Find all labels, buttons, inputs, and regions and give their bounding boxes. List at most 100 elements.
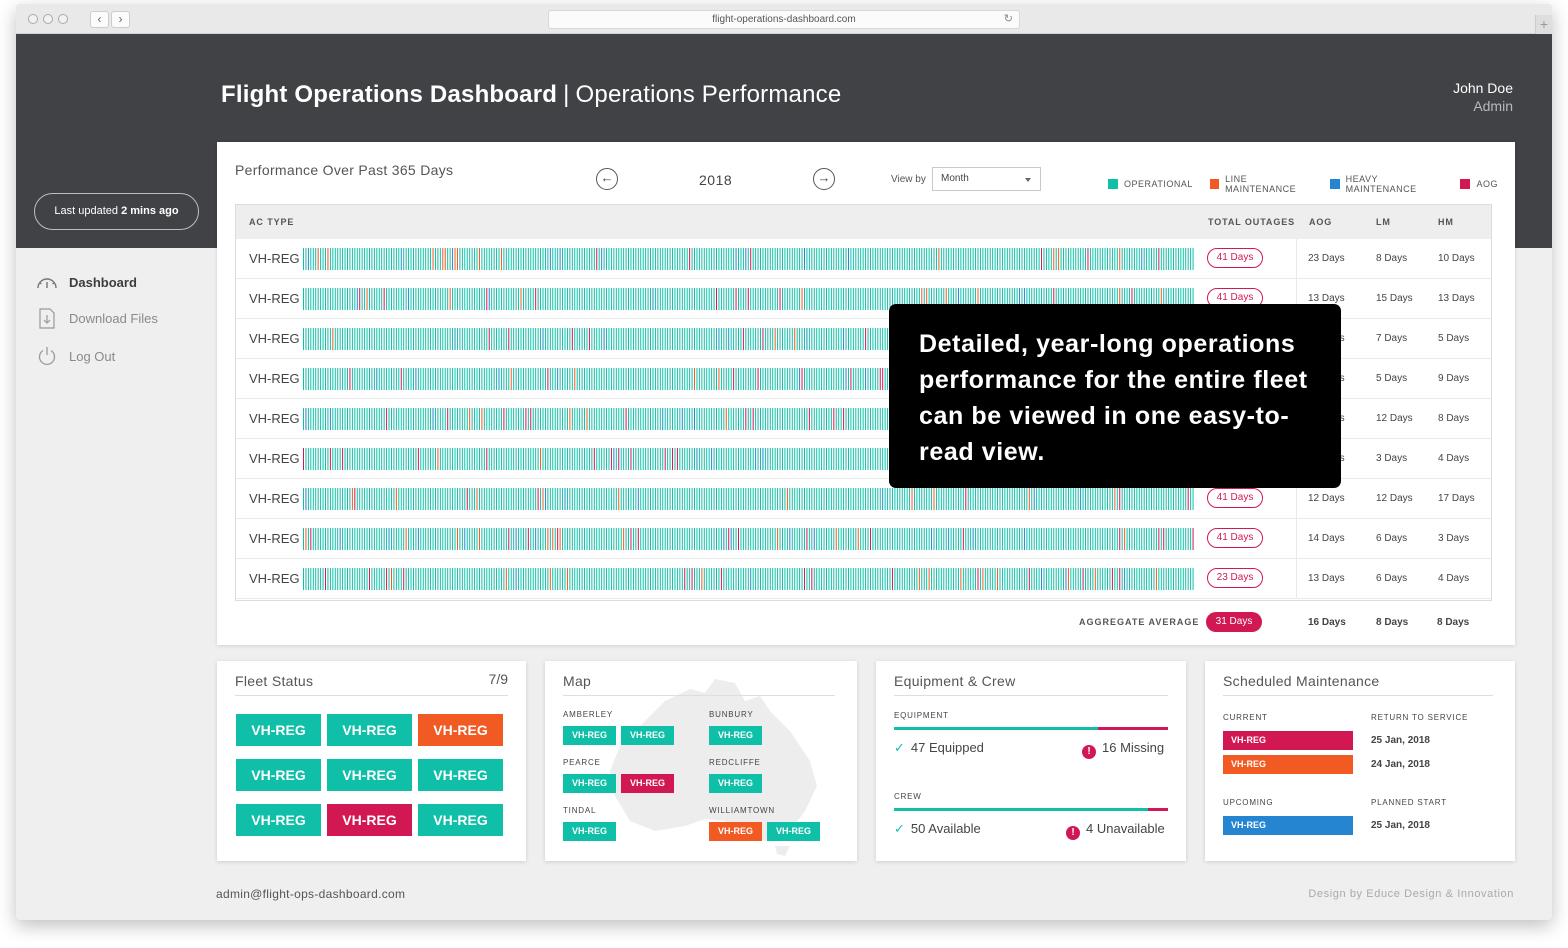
timeline-day-mark bbox=[703, 328, 705, 350]
forward-button[interactable]: › bbox=[111, 11, 130, 28]
yearly-status-timeline[interactable] bbox=[303, 248, 1195, 270]
map-aircraft-tag[interactable]: VH-REG bbox=[621, 774, 674, 793]
timeline-day-mark bbox=[373, 568, 375, 590]
timeline-day-mark bbox=[620, 568, 622, 590]
timeline-day-mark bbox=[415, 488, 417, 510]
cell-lm: 12 Days bbox=[1376, 493, 1413, 504]
timeline-day-mark bbox=[989, 528, 991, 550]
timeline-day-mark bbox=[884, 288, 886, 310]
map-aircraft-tag[interactable]: VH-REG bbox=[709, 822, 762, 841]
timeline-day-mark bbox=[738, 248, 739, 270]
yearly-status-timeline[interactable] bbox=[303, 568, 1195, 590]
timeline-day-mark bbox=[346, 408, 348, 430]
sidebar-item-dashboard[interactable]: Dashboard bbox=[36, 271, 137, 293]
timeline-day-mark bbox=[337, 248, 339, 270]
back-button[interactable]: ‹ bbox=[90, 11, 109, 28]
timeline-day-mark bbox=[317, 448, 319, 470]
timeline-day-mark bbox=[811, 368, 813, 390]
timeline-day-mark bbox=[1192, 488, 1194, 510]
timeline-day-mark bbox=[652, 568, 654, 590]
next-year-button[interactable]: → bbox=[813, 168, 835, 190]
map-aircraft-tag[interactable]: VH-REG bbox=[767, 822, 820, 841]
timeline-day-mark bbox=[1050, 528, 1052, 550]
minimize-window-icon[interactable] bbox=[43, 14, 53, 24]
fleet-aircraft-tag[interactable]: VH-REG bbox=[236, 759, 321, 791]
timeline-day-mark bbox=[359, 288, 361, 310]
map-aircraft-tag[interactable]: VH-REG bbox=[709, 726, 762, 745]
prev-year-button[interactable]: ← bbox=[596, 168, 618, 190]
timeline-day-mark bbox=[784, 488, 786, 510]
timeline-day-mark bbox=[371, 448, 373, 470]
fleet-aircraft-tag[interactable]: VH-REG bbox=[236, 804, 321, 836]
timeline-day-mark bbox=[408, 328, 410, 350]
timeline-day-mark bbox=[373, 248, 375, 270]
sidebar-item-download-files[interactable]: Download Files bbox=[36, 307, 158, 329]
table-row[interactable]: VH-REG 41 Days 14 Days 6 Days 3 Days bbox=[236, 519, 1491, 559]
close-window-icon[interactable] bbox=[28, 14, 38, 24]
timeline-day-mark bbox=[1019, 488, 1021, 510]
timeline-day-mark bbox=[557, 328, 559, 350]
timeline-day-mark bbox=[750, 408, 752, 430]
map-aircraft-tag[interactable]: VH-REG bbox=[709, 774, 762, 793]
timeline-day-mark bbox=[315, 568, 317, 590]
map-aircraft-tag[interactable]: VH-REG bbox=[621, 726, 674, 745]
timeline-day-mark bbox=[779, 488, 781, 510]
timeline-day-mark bbox=[855, 248, 857, 270]
timeline-day-mark bbox=[803, 568, 805, 590]
timeline-day-mark bbox=[933, 568, 935, 590]
timeline-day-mark bbox=[544, 288, 546, 310]
timeline-day-mark bbox=[469, 488, 471, 510]
timeline-day-mark bbox=[329, 488, 331, 510]
fleet-aircraft-tag[interactable]: VH-REG bbox=[327, 759, 412, 791]
timeline-day-mark bbox=[767, 528, 769, 550]
view-by-select[interactable]: Month bbox=[932, 167, 1041, 191]
map-aircraft-tag[interactable]: VH-REG bbox=[563, 822, 616, 841]
current-maintenance-tag[interactable]: VH-REG bbox=[1223, 731, 1353, 750]
timeline-day-mark bbox=[948, 488, 950, 510]
timeline-day-mark bbox=[376, 368, 378, 390]
table-row[interactable]: VH-REG 41 Days 23 Days 8 Days 10 Days bbox=[236, 239, 1491, 279]
timeline-day-mark bbox=[1060, 568, 1062, 590]
timeline-day-mark bbox=[606, 528, 608, 550]
table-row[interactable]: VH-REG 23 Days 13 Days 6 Days 4 Days bbox=[236, 559, 1491, 599]
timeline-day-mark bbox=[427, 328, 429, 350]
current-maintenance-tag[interactable]: VH-REG bbox=[1223, 755, 1353, 774]
timeline-day-mark bbox=[679, 448, 681, 470]
timeline-day-mark bbox=[987, 248, 989, 270]
fleet-aircraft-tag[interactable]: VH-REG bbox=[327, 804, 412, 836]
address-bar[interactable]: flight-operations-dashboard.com ↻ bbox=[548, 10, 1020, 29]
timeline-day-mark bbox=[603, 528, 605, 550]
upcoming-maintenance-tag[interactable]: VH-REG bbox=[1223, 816, 1353, 835]
timeline-day-mark bbox=[625, 488, 627, 510]
reload-icon[interactable]: ↻ bbox=[1004, 11, 1013, 28]
map-aircraft-tag[interactable]: VH-REG bbox=[563, 774, 616, 793]
timeline-day-mark bbox=[623, 368, 625, 390]
timeline-day-mark bbox=[432, 248, 434, 270]
yearly-status-timeline[interactable] bbox=[303, 528, 1195, 550]
fleet-aircraft-tag[interactable]: VH-REG bbox=[418, 804, 503, 836]
timeline-day-mark bbox=[652, 448, 654, 470]
timeline-day-mark bbox=[430, 328, 432, 350]
fleet-aircraft-tag[interactable]: VH-REG bbox=[418, 714, 503, 746]
new-tab-button[interactable]: + bbox=[1535, 15, 1552, 34]
map-aircraft-tag[interactable]: VH-REG bbox=[563, 726, 616, 745]
user-menu[interactable]: John Doe Admin bbox=[1453, 80, 1513, 114]
fleet-aircraft-tag[interactable]: VH-REG bbox=[418, 759, 503, 791]
sidebar-item-log-out[interactable]: Log Out bbox=[36, 345, 115, 367]
fleet-aircraft-tag[interactable]: VH-REG bbox=[327, 714, 412, 746]
timeline-day-mark bbox=[593, 288, 595, 310]
timeline-day-mark bbox=[1163, 568, 1165, 590]
fleet-aircraft-tag[interactable]: VH-REG bbox=[236, 714, 321, 746]
yearly-status-timeline[interactable] bbox=[303, 488, 1195, 510]
timeline-day-mark bbox=[872, 568, 874, 590]
timeline-day-mark bbox=[390, 568, 392, 590]
footer-email-link[interactable]: admin@flight-ops-dashboard.com bbox=[216, 887, 405, 901]
zoom-window-icon[interactable] bbox=[58, 14, 68, 24]
timeline-day-mark bbox=[1151, 528, 1153, 550]
timeline-day-mark bbox=[1038, 568, 1040, 590]
timeline-day-mark bbox=[850, 248, 852, 270]
timeline-day-mark bbox=[422, 568, 424, 590]
timeline-day-mark bbox=[742, 568, 744, 590]
timeline-day-mark bbox=[664, 568, 666, 590]
timeline-day-mark bbox=[417, 568, 419, 590]
